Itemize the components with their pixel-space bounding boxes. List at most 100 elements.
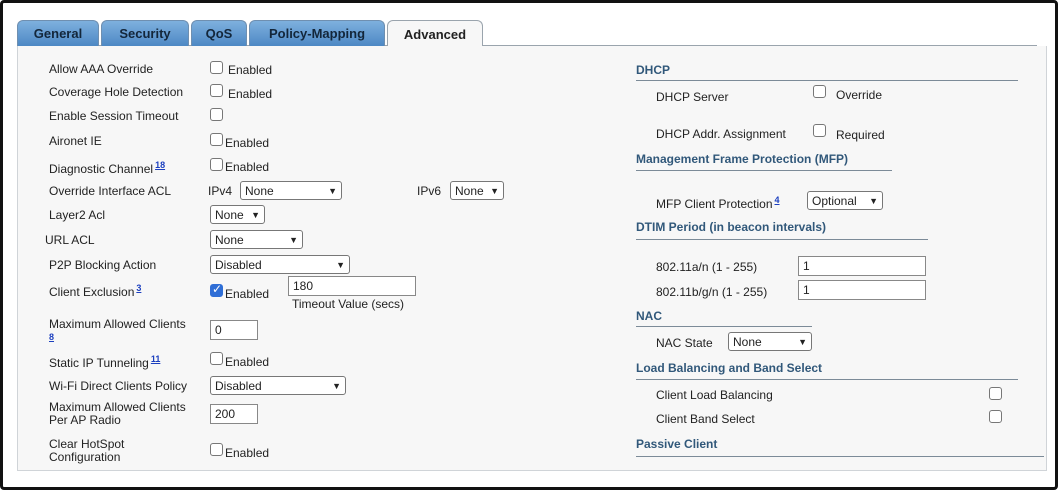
override-acl-label: Override Interface ACL [49, 184, 172, 198]
wifi-direct-value: Disabled [215, 378, 262, 393]
allow-aaa-label: Allow AAA Override [49, 62, 154, 76]
max-clients-text: Maximum Allowed Clients [49, 317, 186, 331]
layer2-acl-value: None [215, 207, 244, 222]
max-per-ap-label: Maximum Allowed Clients Per AP Radio [49, 400, 186, 427]
static-ip-checkbox[interactable] [210, 352, 223, 365]
coverage-hole-enabled-label: Enabled [228, 87, 273, 101]
nac-state-value: None [733, 334, 762, 349]
wifi-direct-select[interactable]: Disabled ▼ [210, 376, 346, 395]
nac-divider [636, 326, 812, 327]
chevron-down-icon: ▼ [490, 185, 499, 196]
dhcp-required-checkbox[interactable] [813, 124, 826, 137]
clear-hotspot-label: Clear HotSpot Configuration [49, 437, 125, 464]
dhcp-override-label: Override [836, 88, 883, 102]
diag-channel-help-link[interactable]: 18 [155, 160, 165, 170]
dhcp-override-checkbox[interactable] [813, 85, 826, 98]
client-lb-checkbox[interactable] [989, 387, 1002, 400]
tab-qos[interactable]: QoS [191, 20, 247, 46]
ipv6-acl-value: None [455, 183, 484, 198]
diag-channel-checkbox[interactable] [210, 158, 223, 171]
session-timeout-label: Enable Session Timeout [49, 109, 179, 123]
static-ip-label: Static IP Tunneling 11 [49, 354, 160, 370]
tab-security[interactable]: Security [101, 20, 189, 46]
dtim-section-title: DTIM Period (in beacon intervals) [636, 220, 827, 234]
coverage-hole-checkbox[interactable] [210, 84, 223, 97]
mfp-client-value: Optional [812, 193, 857, 208]
mfp-client-select[interactable]: Optional ▼ [807, 191, 883, 210]
tab-policy-mapping[interactable]: Policy-Mapping [249, 20, 385, 46]
tab-advanced[interactable]: Advanced [387, 20, 483, 47]
p2p-value: Disabled [215, 257, 262, 272]
mfp-help-link[interactable]: 4 [775, 195, 780, 205]
dhcp-section-title: DHCP [636, 63, 671, 77]
wifi-direct-label: Wi-Fi Direct Clients Policy [49, 379, 188, 393]
session-timeout-checkbox[interactable] [210, 108, 223, 121]
dhcp-required-label: Required [836, 128, 885, 142]
chevron-down-icon: ▼ [869, 195, 878, 206]
allow-aaa-checkbox[interactable] [210, 61, 223, 74]
static-ip-help-link[interactable]: 11 [151, 354, 161, 364]
dtim-an-label: 802.11a/n (1 - 255) [656, 260, 758, 274]
client-lb-label: Client Load Balancing [656, 388, 773, 402]
mfp-section-title: Management Frame Protection (MFP) [636, 152, 849, 166]
p2p-label: P2P Blocking Action [49, 258, 157, 272]
layer2-acl-label: Layer2 Acl [49, 208, 106, 222]
diag-channel-label: Diagnostic Channel 18 [49, 160, 165, 176]
tab-general[interactable]: General [17, 20, 99, 46]
client-exclusion-checkbox[interactable] [210, 282, 223, 297]
client-exclusion-label: Client Exclusion 3 [49, 283, 141, 299]
url-acl-select[interactable]: None ▼ [210, 230, 303, 249]
max-clients-help-link[interactable]: 8 [49, 332, 54, 342]
window-frame: General Security QoS Policy-Mapping Adva… [0, 0, 1058, 490]
max-per-ap-input[interactable]: 200 [210, 404, 258, 424]
aironet-ie-enabled-label: Enabled [225, 136, 270, 150]
nac-state-label: NAC State [656, 336, 713, 350]
ipv6-label: IPv6 [417, 184, 442, 198]
chevron-down-icon: ▼ [798, 336, 807, 347]
timeout-value-label: Timeout Value (secs) [292, 297, 405, 311]
url-acl-label: URL ACL [45, 233, 95, 247]
clear-hotspot-checkbox[interactable] [210, 443, 223, 456]
dhcp-assign-label: DHCP Addr. Assignment [656, 127, 786, 141]
max-clients-label: Maximum Allowed Clients 8 [49, 318, 209, 348]
ipv6-acl-select[interactable]: None ▼ [450, 181, 504, 200]
client-bs-label: Client Band Select [656, 412, 755, 426]
ipv4-label: IPv4 [208, 184, 233, 198]
nac-state-select[interactable]: None ▼ [728, 332, 812, 351]
aironet-ie-checkbox[interactable] [210, 133, 223, 146]
dhcp-server-label: DHCP Server [656, 90, 729, 104]
max-clients-input[interactable]: 0 [210, 320, 258, 340]
dtim-an-input[interactable]: 1 [798, 256, 926, 276]
advanced-panel: Allow AAA Override Enabled Coverage Hole… [17, 46, 1047, 471]
static-ip-enabled-label: Enabled [225, 355, 270, 369]
lb-divider [636, 379, 1018, 380]
dhcp-divider [636, 80, 1018, 81]
mfp-client-text: MFP Client Protection [656, 197, 773, 211]
client-exclusion-help-link[interactable]: 3 [136, 283, 141, 293]
lb-section-title: Load Balancing and Band Select [636, 361, 823, 375]
client-exclusion-enabled-label: Enabled [225, 287, 270, 301]
coverage-hole-label: Coverage Hole Detection [49, 85, 184, 99]
passive-client-section-title: Passive Client [636, 437, 718, 451]
chevron-down-icon: ▼ [336, 259, 345, 270]
url-acl-value: None [215, 232, 244, 247]
aironet-ie-label: Aironet IE [49, 134, 102, 148]
static-ip-text: Static IP Tunneling [49, 356, 149, 370]
ipv4-acl-select[interactable]: None ▼ [240, 181, 342, 200]
layer2-acl-select[interactable]: None ▼ [210, 205, 265, 224]
dtim-divider [636, 239, 928, 240]
dtim-bgn-input[interactable]: 1 [798, 280, 926, 300]
nac-section-title: NAC [636, 309, 662, 323]
diag-channel-text: Diagnostic Channel [49, 162, 154, 176]
tab-bar: General Security QoS Policy-Mapping Adva… [17, 20, 1037, 47]
chevron-down-icon: ▼ [251, 209, 260, 220]
passive-divider [636, 456, 1044, 457]
client-bs-checkbox[interactable] [989, 410, 1002, 423]
client-exclusion-text: Client Exclusion [49, 285, 135, 299]
diag-channel-enabled-label: Enabled [225, 160, 270, 174]
ipv4-acl-value: None [245, 183, 274, 198]
mfp-divider [636, 170, 892, 171]
dtim-bgn-label: 802.11b/g/n (1 - 255) [656, 285, 768, 299]
p2p-select[interactable]: Disabled ▼ [210, 255, 350, 274]
timeout-value-input[interactable]: 180 [288, 276, 416, 296]
